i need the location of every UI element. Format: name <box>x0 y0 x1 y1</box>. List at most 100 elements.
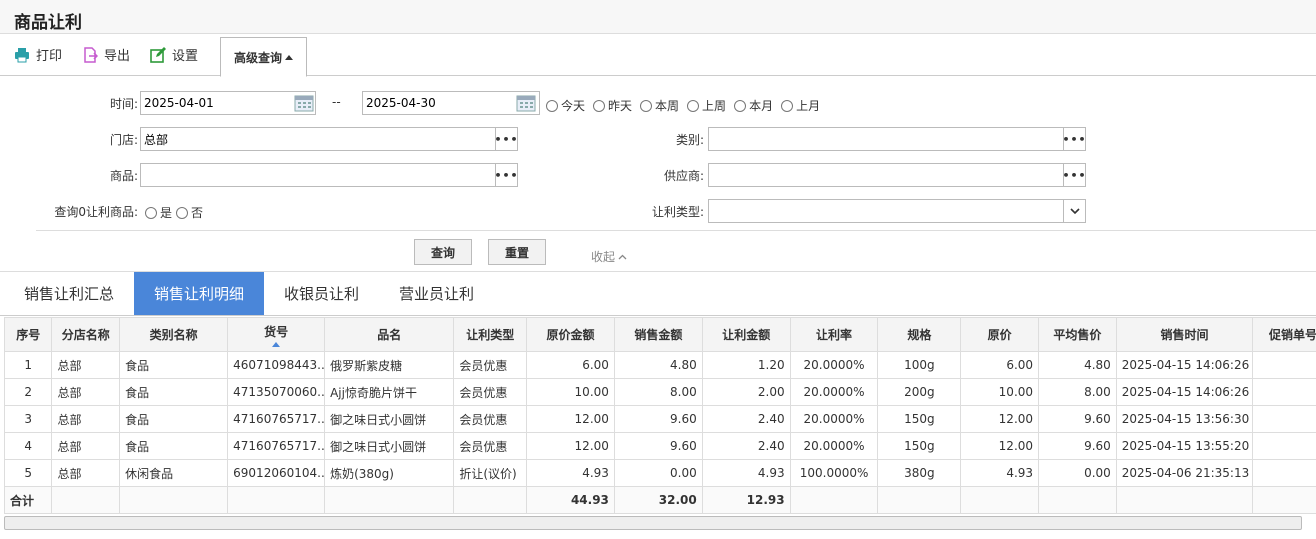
table-cell: Ajj惊奇脆片饼干 <box>324 378 455 406</box>
col-header-discount-amount[interactable]: 让利金额 <box>701 317 791 352</box>
col-header-category[interactable]: 类别名称 <box>119 317 229 352</box>
export-button[interactable]: 导出 <box>82 45 130 64</box>
table-cell: 2025-04-15 14:06:26 <box>1115 378 1254 406</box>
table-row[interactable]: 1 总部 食品 46071098443... 俄罗斯紫皮糖 会员优惠 6.00 4.80 1.2… <box>4 351 1316 379</box>
ellipsis-icon: ••• <box>494 168 519 182</box>
tab-sales-discount-detail[interactable]: 销售让利明细 <box>134 272 265 315</box>
col-header-index[interactable]: 序号 <box>4 317 53 352</box>
table-row[interactable]: 3 总部 食品 47160765717... 御之味日式小圆饼 会员优惠 12.00 9.60… <box>4 405 1316 433</box>
radio-this-week[interactable]: 本周 <box>640 97 679 114</box>
col-header-discount-type[interactable]: 让利类型 <box>453 317 528 352</box>
table-cell <box>1252 432 1316 460</box>
calendar-icon[interactable] <box>294 94 314 112</box>
sort-asc-icon <box>272 341 281 347</box>
table-cell: 9.60 <box>613 405 703 433</box>
supplier-input[interactable] <box>708 163 1064 187</box>
table-row[interactable]: 2 总部 食品 47135070060... Ajj惊奇脆片饼干 会员优惠 10.00 8.0… <box>4 378 1316 406</box>
table-cell: 20.0000% <box>789 351 879 379</box>
date-to-input[interactable] <box>362 91 540 115</box>
radio-last-week[interactable]: 上周 <box>687 97 726 114</box>
table-row[interactable]: 4 总部 食品 47160765717... 御之味日式小圆饼 会员优惠 12.00 9.60… <box>4 432 1316 460</box>
radio-today[interactable]: 今天 <box>546 97 585 114</box>
table-cell: 69012060104... <box>227 459 326 487</box>
table-cell: 炼奶(380g) <box>324 459 455 487</box>
printer-icon <box>14 47 30 63</box>
zero-discount-label: 查询0让利商品: <box>54 205 138 219</box>
category-input[interactable] <box>708 127 1064 151</box>
radio-yesterday[interactable]: 昨天 <box>593 97 632 114</box>
supplier-picker-button[interactable]: ••• <box>1062 163 1087 187</box>
col-header-sku[interactable]: 货号 <box>227 317 326 352</box>
reset-button[interactable]: 重置 <box>488 239 546 265</box>
tab-salesperson-discount[interactable]: 营业员让利 <box>379 272 494 315</box>
table-cell: 20.0000% <box>789 405 879 433</box>
total-sales-amount: 32.00 <box>613 486 703 514</box>
ellipsis-icon: ••• <box>1062 168 1087 182</box>
col-header-sale-time[interactable]: 销售时间 <box>1115 317 1254 352</box>
product-input[interactable] <box>140 163 496 187</box>
col-header-sales-amount[interactable]: 销售金额 <box>613 317 703 352</box>
table-cell: 47160765717... <box>227 432 326 460</box>
table-cell: 0.00 <box>613 459 703 487</box>
chevron-up-icon <box>618 254 627 259</box>
report-tabs: 销售让利汇总 销售让利明细 收银员让利 营业员让利 <box>0 272 1316 316</box>
col-header-avg-price[interactable]: 平均售价 <box>1038 317 1117 352</box>
table-cell: 2025-04-15 13:56:30 <box>1115 405 1254 433</box>
export-icon <box>82 46 99 63</box>
col-header-original-amount[interactable]: 原价金额 <box>526 317 615 352</box>
radio-no[interactable]: 否 <box>176 204 203 221</box>
table-cell: 8.00 <box>1038 378 1117 406</box>
col-header-discount-rate[interactable]: 让利率 <box>789 317 879 352</box>
radio-circle <box>593 99 606 112</box>
horizontal-scrollbar[interactable] <box>4 516 1302 530</box>
col-header-spec[interactable]: 规格 <box>877 317 962 352</box>
total-row: 合计 44.93 32.00 12.93 <box>4 486 1316 514</box>
discount-type-dropdown-button[interactable] <box>1063 199 1086 223</box>
ellipsis-icon: ••• <box>1062 132 1087 146</box>
radio-circle <box>734 99 747 112</box>
table-cell: 1 <box>4 351 53 379</box>
radio-last-month[interactable]: 上月 <box>781 97 820 114</box>
settings-button[interactable]: 设置 <box>150 45 198 64</box>
date-separator: -- <box>332 95 341 109</box>
col-header-promo-no[interactable]: 促销单号 <box>1252 317 1316 352</box>
table-row[interactable]: 5 总部 休闲食品 69012060104... 炼奶(380g) 折让(议价) 4.93 0… <box>4 459 1316 487</box>
discount-type-select[interactable] <box>708 199 1064 223</box>
print-button[interactable]: 打印 <box>14 45 62 64</box>
date-from-input[interactable] <box>140 91 316 115</box>
radio-circle <box>176 206 189 219</box>
table-cell: 47135070060... <box>227 378 326 406</box>
table-cell: 会员优惠 <box>453 378 528 406</box>
store-picker-button[interactable]: ••• <box>494 127 518 151</box>
calendar-icon[interactable] <box>516 94 536 112</box>
product-picker-button[interactable]: ••• <box>494 163 519 187</box>
export-label: 导出 <box>104 49 131 64</box>
table-cell: 食品 <box>119 378 229 406</box>
table-cell: 总部 <box>51 351 121 379</box>
category-picker-button[interactable]: ••• <box>1062 127 1087 151</box>
table-cell: 2.40 <box>701 405 791 433</box>
store-label: 门店: <box>109 133 138 147</box>
collapse-link[interactable]: 收起 <box>591 248 627 265</box>
store-input[interactable] <box>140 127 496 151</box>
table-cell: 6.00 <box>960 351 1040 379</box>
tab-sales-discount-summary[interactable]: 销售让利汇总 <box>4 272 134 315</box>
radio-this-month[interactable]: 本月 <box>734 97 773 114</box>
col-header-store[interactable]: 分店名称 <box>51 317 121 352</box>
col-header-product[interactable]: 品名 <box>324 317 455 352</box>
supplier-label: 供应商: <box>663 169 704 183</box>
table-cell: 150g <box>877 432 962 460</box>
table-cell: 8.00 <box>613 378 703 406</box>
query-button[interactable]: 查询 <box>414 239 472 265</box>
col-header-original-price[interactable]: 原价 <box>960 317 1040 352</box>
chevron-down-icon <box>1069 207 1080 214</box>
radio-yes[interactable]: 是 <box>145 204 172 221</box>
tab-cashier-discount[interactable]: 收银员让利 <box>264 272 379 315</box>
table-cell: 食品 <box>119 405 229 433</box>
table-cell: 御之味日式小圆饼 <box>324 432 455 460</box>
radio-circle <box>546 99 558 112</box>
advanced-query-tab[interactable]: 高级查询 <box>220 37 307 77</box>
search-panel: 时间: -- 今天 昨天 本周 上周 本月 上月 门店: ••• 类别: •••… <box>0 76 1316 272</box>
table-cell: 4.93 <box>701 459 791 487</box>
table-cell: 47160765717... <box>227 405 326 433</box>
